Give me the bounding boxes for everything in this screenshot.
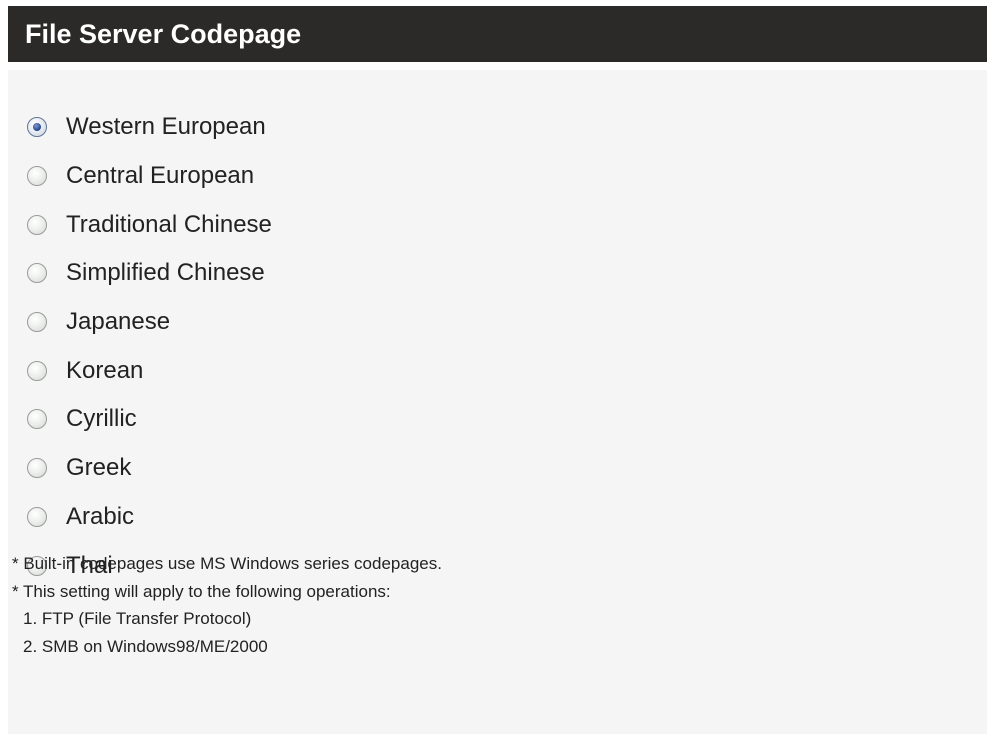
radio-western-european[interactable] bbox=[27, 117, 47, 138]
codepage-option-korean[interactable]: Korean bbox=[8, 346, 272, 395]
codepage-option-japanese[interactable]: Japanese bbox=[8, 298, 272, 347]
option-label[interactable]: Central European bbox=[66, 164, 254, 188]
note-line: * This setting will apply to the followi… bbox=[12, 581, 391, 601]
option-label[interactable]: Korean bbox=[66, 358, 143, 383]
codepage-option-greek[interactable]: Greek bbox=[8, 444, 272, 493]
codepage-notes: * Built-in codepages use MS Windows seri… bbox=[12, 550, 442, 660]
note-list-item: 1. FTP (File Transfer Protocol) bbox=[23, 609, 252, 628]
radio-cyrillic[interactable] bbox=[27, 409, 47, 430]
radio-simplified-chinese[interactable] bbox=[27, 263, 47, 284]
radio-japanese[interactable] bbox=[27, 312, 47, 333]
option-label[interactable]: Traditional Chinese bbox=[66, 212, 272, 237]
radio-greek[interactable] bbox=[27, 458, 47, 479]
codepage-option-arabic[interactable]: Arabic bbox=[8, 493, 272, 542]
option-label[interactable]: Simplified Chinese bbox=[66, 261, 265, 285]
codepage-option-cyrillic[interactable]: Cyrillic bbox=[8, 395, 272, 444]
option-label[interactable]: Arabic bbox=[66, 504, 134, 529]
radio-arabic[interactable] bbox=[27, 506, 47, 527]
section-title: File Server Codepage bbox=[25, 19, 302, 49]
section-header: File Server Codepage bbox=[8, 6, 987, 62]
option-label[interactable]: Cyrillic bbox=[66, 407, 137, 431]
codepage-option-simplified-chinese[interactable]: Simplified Chinese bbox=[8, 249, 272, 298]
codepage-option-traditional-chinese[interactable]: Traditional Chinese bbox=[8, 200, 272, 249]
codepage-radio-group: Western European Central European Tradit… bbox=[8, 103, 272, 590]
radio-central-european[interactable] bbox=[27, 166, 47, 187]
radio-traditional-chinese[interactable] bbox=[27, 214, 47, 235]
codepage-option-central-european[interactable]: Central European bbox=[8, 152, 272, 201]
note-line: * Built-in codepages use MS Windows seri… bbox=[12, 554, 442, 573]
option-label[interactable]: Japanese bbox=[66, 310, 170, 334]
note-list-item: 2. SMB on Windows98/ME/2000 bbox=[23, 636, 268, 656]
option-label[interactable]: Western European bbox=[66, 115, 266, 139]
radio-korean[interactable] bbox=[27, 360, 47, 381]
option-label[interactable]: Greek bbox=[66, 456, 131, 480]
codepage-option-western-european[interactable]: Western European bbox=[8, 103, 272, 152]
